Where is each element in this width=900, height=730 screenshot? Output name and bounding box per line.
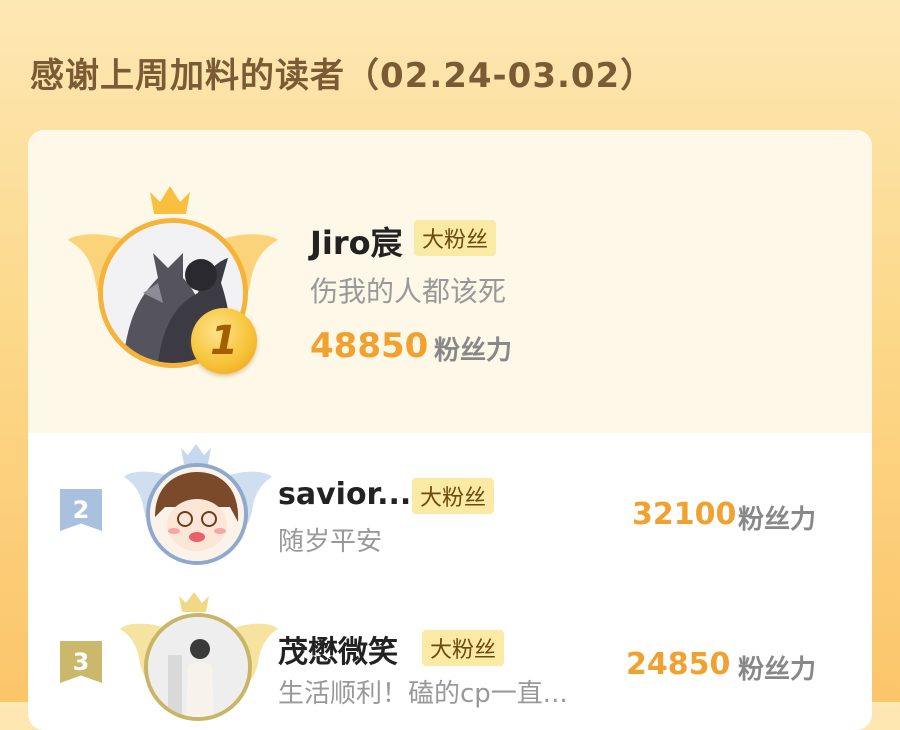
fan-badge: 大粉丝 bbox=[414, 220, 497, 256]
fan-badge: 大粉丝 bbox=[412, 478, 495, 514]
user-motto: 伤我的人都该死 bbox=[310, 275, 507, 308]
fan-score: 32100 bbox=[632, 497, 737, 532]
fan-score-unit: 粉丝力 bbox=[434, 336, 513, 366]
rank-medal-icon: 1 bbox=[191, 308, 257, 374]
rank-flag-icon: 2 bbox=[60, 489, 102, 531]
user-motto: 生活顺利！磕的cp一直... bbox=[278, 679, 568, 709]
leaderboard-item-rank-3[interactable]: 3 茂懋微笑 大粉丝 生活顺利！磕的cp一直... 24850 粉丝力 bbox=[28, 585, 872, 730]
user-name[interactable]: Jiro宸 bbox=[310, 218, 403, 264]
fan-score: 24850 bbox=[626, 647, 731, 682]
rank-flag-icon: 3 bbox=[60, 641, 102, 683]
crown-icon bbox=[181, 444, 211, 464]
user-name[interactable]: savior... bbox=[278, 477, 411, 512]
leaderboard-item-rank-2[interactable]: 2 savior... 大粉丝 随岁平安 32100 粉丝力 bbox=[28, 433, 872, 583]
avatar[interactable] bbox=[144, 613, 252, 721]
page-title: 感谢上周加料的读者（02.24-03.02） bbox=[30, 56, 656, 96]
user-name[interactable]: 茂懋微笑 bbox=[278, 627, 398, 671]
leaderboard-card: 1 Jiro宸 大粉丝 伤我的人都该死 48850 粉丝力 2 savior..… bbox=[28, 130, 872, 730]
fan-score-unit: 粉丝力 bbox=[738, 505, 817, 535]
fan-score: 48850 bbox=[310, 326, 429, 366]
avatar[interactable] bbox=[146, 463, 248, 565]
fan-score-unit: 粉丝力 bbox=[738, 655, 817, 685]
fan-badge: 大粉丝 bbox=[422, 630, 505, 666]
user-motto: 随岁平安 bbox=[278, 527, 383, 557]
crown-icon bbox=[150, 186, 190, 214]
crown-icon bbox=[179, 592, 209, 612]
leaderboard-item-rank-1[interactable]: 1 Jiro宸 大粉丝 伤我的人都该死 48850 粉丝力 bbox=[28, 130, 872, 433]
